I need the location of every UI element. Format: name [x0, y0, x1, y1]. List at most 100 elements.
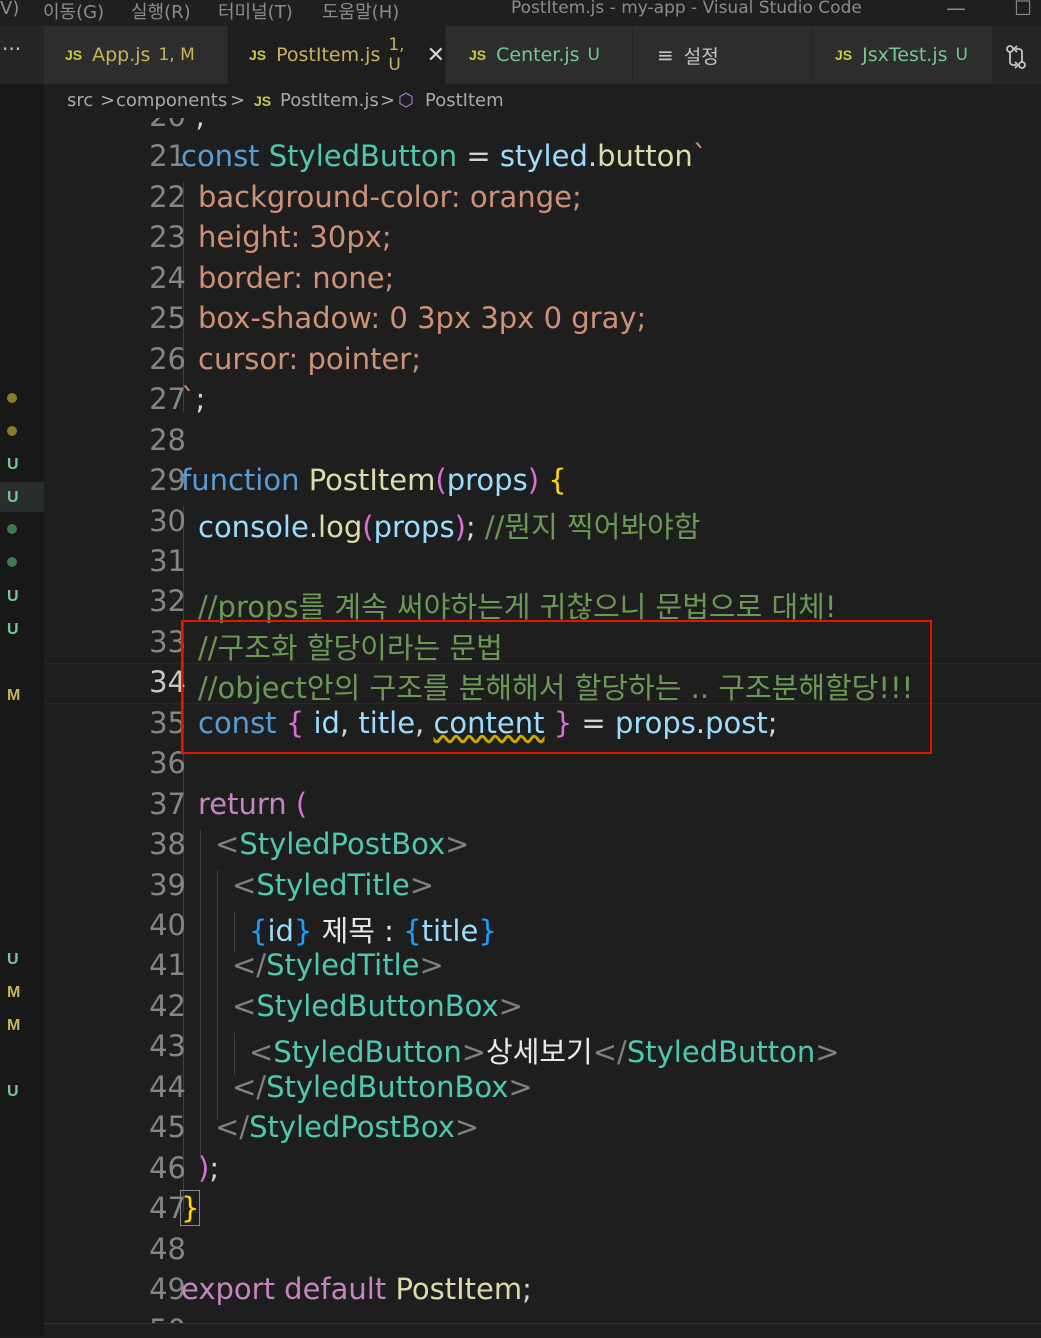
code-token: StyledPostBox [239, 827, 446, 862]
javascript-icon: JS [469, 47, 487, 63]
code-line[interactable]: 24 border: none; [44, 261, 1041, 302]
code-token: < [249, 1035, 274, 1070]
code-token: > [815, 1035, 840, 1070]
untracked-mark: U [7, 489, 19, 506]
menu-run[interactable]: 실행(R) [131, 0, 191, 24]
minimize-button[interactable]: — [946, 0, 966, 20]
code-text: </StyledPostBox> [215, 1110, 479, 1144]
code-token: } [478, 914, 497, 948]
code-token: StyledPostBox [249, 1110, 455, 1145]
tab-jsxtest-js[interactable]: JS JsxTest.js U [813, 26, 993, 84]
modified-dot-icon [7, 426, 17, 436]
code-line[interactable]: 28 [44, 423, 1041, 464]
javascript-icon: JS [254, 93, 272, 109]
code-token: console [198, 509, 309, 544]
tab-status: U [955, 45, 968, 65]
breadcrumb-separator: > [230, 90, 246, 111]
highlight-box [181, 620, 932, 754]
menu-view[interactable]: V) [0, 0, 19, 19]
line-number: 24 [149, 260, 186, 295]
code-token: { [403, 914, 422, 948]
line-number: 22 [149, 179, 186, 214]
code-line[interactable]: 47} [44, 1190, 1041, 1232]
code-text: </StyledTitle> [232, 948, 444, 982]
breadcrumb-separator: > [100, 90, 116, 111]
code-line[interactable]: 46); [44, 1151, 1041, 1192]
tab-app-js[interactable]: JS App.js 1, M [44, 26, 228, 84]
code-line[interactable]: 39 <StyledTitle> [44, 868, 1041, 909]
code-token: ) [198, 1150, 210, 1185]
code-line[interactable]: 29 function PostItem(props) { [44, 463, 1041, 504]
code-token: button [597, 139, 693, 174]
breadcrumb-file[interactable]: PostItem.js [280, 90, 379, 111]
menu-terminal[interactable]: 터미널(T) [218, 0, 293, 24]
code-line[interactable]: 45 </StyledPostBox> [44, 1110, 1041, 1151]
code-text: cursor: pointer; [198, 342, 421, 376]
code-line[interactable]: 31 [44, 544, 1041, 585]
menu-help[interactable]: 도움말(H) [322, 0, 399, 24]
code-line[interactable]: 21 const StyledButton = styled.button` [44, 139, 1041, 180]
title-bar: V) 이동(G) 실행(R) 터미널(T) 도움말(H) PostItem.js… [0, 0, 1041, 26]
breadcrumb-symbol[interactable]: PostItem [425, 90, 504, 111]
line-number: 36 [149, 746, 186, 781]
code-line[interactable]: 50 [44, 1313, 1041, 1324]
code-text: export default PostItem; [181, 1272, 532, 1306]
line-number: 34 [149, 665, 186, 700]
code-token: PostItem [395, 1272, 523, 1307]
code-text: } [179, 1190, 201, 1227]
maximize-button[interactable]: ☐ [1014, 0, 1032, 20]
code-line[interactable]: 41 </StyledTitle> [44, 948, 1041, 989]
code-token: = [457, 139, 500, 174]
breadcrumb-components[interactable]: components [116, 90, 227, 111]
javascript-icon: JS [65, 47, 83, 63]
code-token: } [293, 914, 313, 948]
close-icon[interactable]: ✕ [427, 43, 445, 68]
code-token: box-shadow: 0 3px 3px 0 gray; [198, 301, 647, 336]
code-token: > [419, 948, 444, 983]
code-token: ( [362, 509, 374, 544]
menu-go[interactable]: 이동(G) [43, 0, 104, 24]
code-text: `; [181, 118, 205, 133]
more-icon[interactable]: ··· [2, 37, 21, 61]
code-line[interactable]: 30 console.log(props); //뭔지 찍어봐야함 [44, 504, 1041, 545]
code-token: background-color: orange; [198, 179, 582, 214]
breadcrumb-src[interactable]: src [67, 90, 93, 111]
code-line[interactable]: 48 [44, 1232, 1041, 1273]
tab-center-js[interactable]: JS Center.js U [446, 26, 633, 84]
code-token: //뭔지 찍어봐야함 [484, 509, 701, 544]
tab-bar: ··· JS App.js 1, M JS PostItem.js 1, U ✕… [0, 26, 1041, 84]
code-line[interactable]: 42 <StyledButtonBox> [44, 989, 1041, 1030]
line-number: 28 [149, 422, 186, 457]
code-line[interactable]: 26 cursor: pointer; [44, 342, 1041, 383]
code-token: > [498, 988, 523, 1023]
code-token: 제목 : [312, 914, 404, 948]
code-line[interactable]: 37 return ( [44, 787, 1041, 828]
line-number: 30 [149, 503, 186, 538]
code-line[interactable]: 20`; [44, 118, 1041, 140]
code-line[interactable]: 22 background-color: orange; [44, 180, 1041, 221]
untracked-dot-icon [7, 524, 17, 534]
tab-settings[interactable]: ≡ 설정 [633, 26, 813, 84]
tab-label: Center.js [496, 44, 580, 66]
horizontal-scrollbar[interactable] [44, 1323, 1041, 1338]
tab-postitem-js[interactable]: JS PostItem.js 1, U ✕ [228, 26, 446, 84]
line-number: 41 [149, 948, 186, 983]
tab-label: PostItem.js [276, 44, 381, 66]
code-line[interactable]: 25 box-shadow: 0 3px 3px 0 gray; [44, 301, 1041, 342]
code-line[interactable]: 23 height: 30px; [44, 220, 1041, 261]
code-token: < [215, 827, 240, 862]
code-token: props [446, 463, 528, 498]
code-line[interactable]: 43 <StyledButton>상세보기</StyledButton> [44, 1029, 1041, 1070]
code-line[interactable]: 38 <StyledPostBox> [44, 827, 1041, 868]
code-line[interactable]: 27 `; [44, 382, 1041, 423]
code-line[interactable]: 44 </StyledButtonBox> [44, 1070, 1041, 1111]
code-line[interactable]: 49 export default PostItem; [44, 1272, 1041, 1313]
code-line[interactable]: 40 {id} 제목 : {title} [44, 908, 1041, 949]
code-token: < [232, 988, 257, 1023]
javascript-icon: JS [835, 47, 853, 63]
open-changes-icon[interactable] [1004, 44, 1028, 70]
line-number: 23 [149, 220, 186, 255]
code-token: PostItem [308, 463, 436, 498]
code-token: 상세보기 [486, 1035, 593, 1070]
